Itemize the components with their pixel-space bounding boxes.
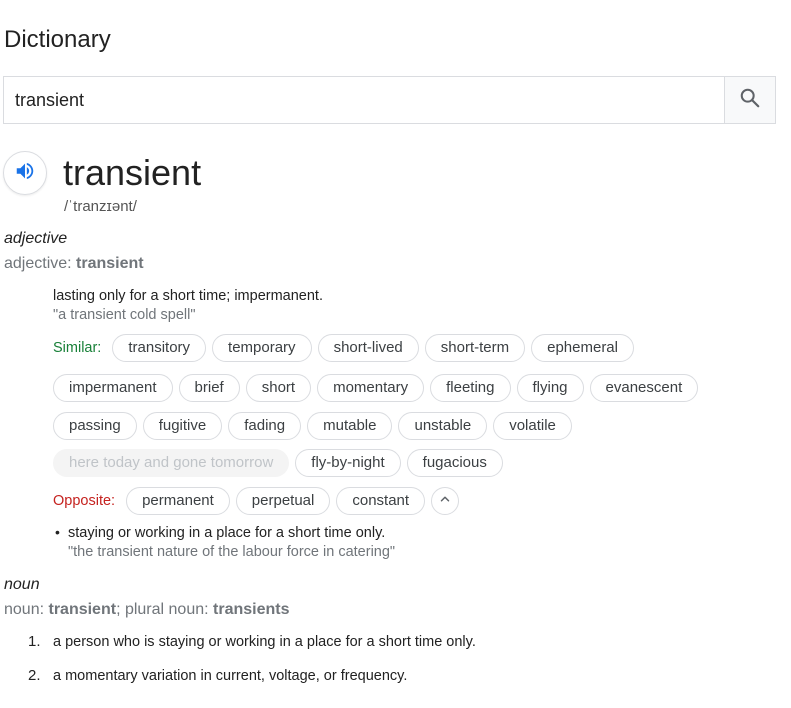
part-of-speech-noun: noun: [4, 576, 40, 593]
opposite-label: Opposite:: [53, 493, 116, 509]
panel-title: Dictionary: [4, 26, 111, 53]
chevron-up-icon: [438, 492, 452, 511]
opposite-row: Opposite: permanent perpetual constant: [53, 486, 460, 516]
search-input[interactable]: [4, 77, 724, 123]
plural-prefix: ; plural noun:: [116, 601, 214, 618]
example-2: "the transient nature of the labour forc…: [68, 544, 396, 560]
synonym-chip-faded: here today and gone tomorrow: [53, 449, 290, 477]
similar-row-3: passing fugitive fading mutable unstable…: [53, 411, 578, 441]
similar-row-2: impermanent brief short momentary fleeti…: [53, 373, 704, 403]
synonym-chip[interactable]: unstable: [398, 412, 488, 440]
synonym-chip[interactable]: transitory: [112, 334, 207, 362]
synonym-chip[interactable]: impermanent: [53, 374, 173, 402]
synonym-chip[interactable]: fugitive: [142, 412, 223, 440]
synonym-chip[interactable]: passing: [53, 412, 137, 440]
form-word: transient: [76, 255, 144, 272]
phonetic: /ˈtranzɪənt/: [64, 198, 137, 215]
collapse-button[interactable]: [431, 487, 460, 515]
synonym-chip[interactable]: brief: [178, 374, 240, 402]
synonym-chip[interactable]: short: [245, 374, 312, 402]
headword: transient: [63, 152, 202, 193]
similar-row-1: Similar: transitory temporary short-live…: [53, 333, 640, 363]
noun-form: noun: transient; plural noun: transients: [4, 601, 289, 619]
antonym-chip[interactable]: perpetual: [235, 487, 331, 515]
synonym-chip[interactable]: temporary: [212, 334, 312, 362]
synonym-chip[interactable]: fleeting: [430, 374, 511, 402]
synonym-chip[interactable]: short-lived: [317, 334, 419, 362]
form-word: transient: [48, 601, 117, 618]
synonym-chip[interactable]: flying: [516, 374, 584, 402]
sense-number: 2.: [28, 667, 41, 684]
antonym-chip[interactable]: constant: [336, 487, 426, 515]
synonym-chip[interactable]: mutable: [307, 412, 393, 440]
plural-word: transients: [213, 601, 290, 618]
speaker-icon: [14, 160, 36, 187]
synonym-chip[interactable]: fly-by-night: [295, 449, 401, 477]
example-1: "a transient cold spell": [53, 307, 196, 323]
pronunciation-button[interactable]: [3, 151, 47, 195]
adjective-form: adjective: transient: [4, 255, 144, 273]
synonym-chip[interactable]: ephemeral: [531, 334, 634, 362]
search-button[interactable]: [724, 77, 775, 123]
synonym-chip[interactable]: volatile: [493, 412, 572, 440]
sense-number: 1.: [28, 633, 41, 650]
definition-1: lasting only for a short time; impermane…: [53, 288, 323, 304]
similar-row-4: here today and gone tomorrow fly-by-nigh…: [53, 448, 509, 478]
definition-2: staying or working in a place for a shor…: [68, 525, 386, 541]
form-prefix: noun:: [4, 601, 49, 618]
synonym-chip[interactable]: short-term: [424, 334, 526, 362]
noun-definition-2: a momentary variation in current, voltag…: [53, 668, 408, 684]
synonym-chip[interactable]: fading: [228, 412, 302, 440]
antonym-chip[interactable]: permanent: [126, 487, 230, 515]
synonym-chip[interactable]: momentary: [317, 374, 425, 402]
noun-definition-1: a person who is staying or working in a …: [53, 634, 476, 650]
synonym-chip[interactable]: fugacious: [406, 449, 503, 477]
similar-label: Similar:: [53, 340, 102, 356]
part-of-speech-adjective: adjective: [4, 230, 68, 247]
search-icon: [739, 87, 761, 114]
bullet: •: [55, 524, 60, 540]
search-box: [3, 76, 776, 124]
form-prefix: adjective:: [4, 255, 77, 272]
synonym-chip[interactable]: evanescent: [589, 374, 699, 402]
